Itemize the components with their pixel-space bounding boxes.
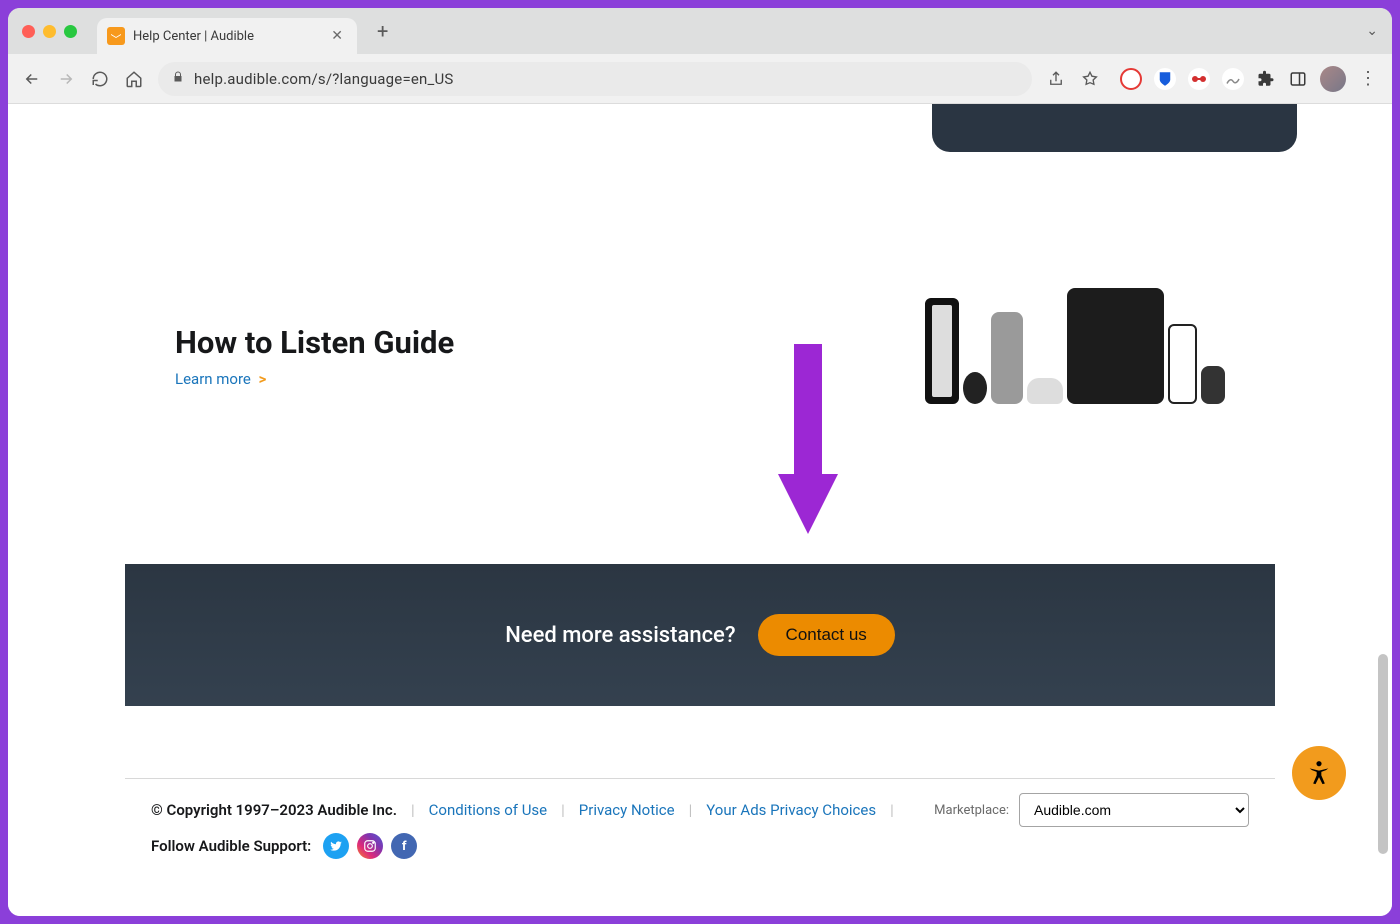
conditions-link[interactable]: Conditions of Use bbox=[429, 801, 547, 819]
previous-card-bottom bbox=[932, 104, 1297, 152]
extensions-row: ⋮ bbox=[1120, 66, 1378, 92]
tab-title: Help Center | Audible bbox=[133, 29, 323, 44]
side-panel-icon[interactable] bbox=[1288, 69, 1308, 89]
extension-goggle-icon[interactable] bbox=[1188, 68, 1210, 90]
privacy-link[interactable]: Privacy Notice bbox=[579, 801, 675, 819]
back-button[interactable] bbox=[22, 69, 42, 89]
new-tab-button[interactable]: + bbox=[377, 19, 388, 43]
browser-tab[interactable]: Help Center | Audible ✕ bbox=[97, 18, 357, 54]
follow-label: Follow Audible Support: bbox=[151, 837, 311, 855]
annotation-arrow bbox=[768, 344, 848, 548]
reload-button[interactable] bbox=[90, 69, 110, 89]
twitter-icon[interactable] bbox=[323, 833, 349, 859]
home-button[interactable] bbox=[124, 69, 144, 89]
page-content: How to Listen Guide Learn more > bbox=[125, 104, 1275, 859]
marketplace-select[interactable]: Audible.com bbox=[1019, 793, 1249, 827]
close-tab-button[interactable]: ✕ bbox=[331, 28, 343, 44]
marketplace-label: Marketplace: bbox=[934, 803, 1009, 818]
assistance-banner: Need more assistance? Contact us bbox=[125, 564, 1275, 706]
footer: © Copyright 1997–2023 Audible Inc. | Con… bbox=[125, 778, 1275, 859]
url-text: help.audible.com/s/?language=en_US bbox=[194, 70, 454, 88]
learn-more-link[interactable]: Learn more > bbox=[175, 370, 266, 388]
extension-adblock-icon[interactable] bbox=[1120, 68, 1142, 90]
facebook-icon[interactable]: f bbox=[391, 833, 417, 859]
page-viewport: How to Listen Guide Learn more > bbox=[8, 104, 1392, 916]
lock-icon bbox=[172, 71, 184, 86]
chevron-right-icon: > bbox=[259, 370, 267, 388]
copyright-text: © Copyright 1997–2023 Audible Inc. bbox=[151, 801, 397, 819]
ads-privacy-link[interactable]: Your Ads Privacy Choices bbox=[706, 801, 876, 819]
window-controls bbox=[22, 25, 77, 38]
devices-image bbox=[925, 264, 1225, 404]
profile-avatar[interactable] bbox=[1320, 66, 1346, 92]
close-window-button[interactable] bbox=[22, 25, 35, 38]
scrollbar-thumb[interactable] bbox=[1378, 654, 1388, 854]
extensions-button[interactable] bbox=[1256, 69, 1276, 89]
maximize-window-button[interactable] bbox=[64, 25, 77, 38]
forward-button[interactable] bbox=[56, 69, 76, 89]
titlebar: Help Center | Audible ✕ + ⌄ bbox=[8, 8, 1392, 54]
assistance-prompt: Need more assistance? bbox=[505, 623, 735, 648]
listen-guide-section: How to Listen Guide Learn more > bbox=[125, 324, 1275, 464]
accessibility-button[interactable] bbox=[1292, 746, 1346, 800]
bookmark-star-icon[interactable] bbox=[1080, 69, 1100, 89]
contact-us-button[interactable]: Contact us bbox=[758, 614, 895, 656]
share-icon[interactable] bbox=[1046, 69, 1066, 89]
minimize-window-button[interactable] bbox=[43, 25, 56, 38]
audible-favicon bbox=[107, 27, 125, 45]
browser-window: Help Center | Audible ✕ + ⌄ help.audible… bbox=[8, 8, 1392, 916]
guide-heading: How to Listen Guide bbox=[175, 324, 454, 361]
extension-bitwarden-icon[interactable] bbox=[1154, 68, 1176, 90]
chrome-menu-button[interactable]: ⋮ bbox=[1358, 69, 1378, 89]
address-bar[interactable]: help.audible.com/s/?language=en_US bbox=[158, 62, 1032, 96]
browser-toolbar: help.audible.com/s/?language=en_US bbox=[8, 54, 1392, 104]
extension-grey-icon[interactable] bbox=[1222, 68, 1244, 90]
tabs-dropdown-icon[interactable]: ⌄ bbox=[1366, 23, 1378, 39]
instagram-icon[interactable] bbox=[357, 833, 383, 859]
